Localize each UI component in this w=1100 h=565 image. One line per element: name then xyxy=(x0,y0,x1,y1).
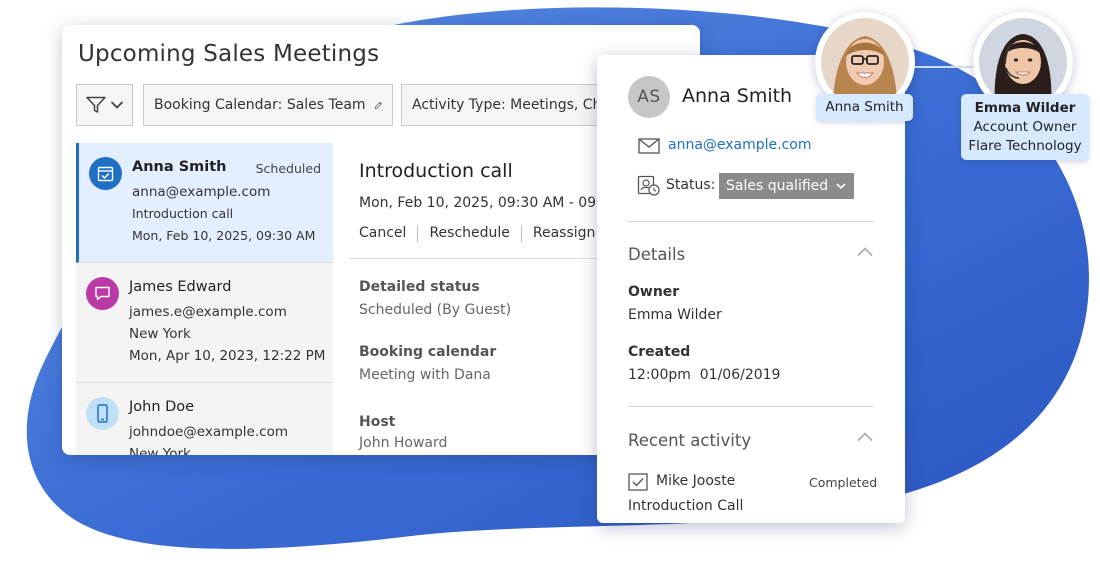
meeting-datetime: Mon, Feb 10, 2025, 09:30 AM xyxy=(132,228,316,243)
woman-with-headset-portrait-icon xyxy=(979,18,1067,106)
emma-wilder-role: Account Owner xyxy=(973,119,1077,135)
status-label: Status: xyxy=(666,177,716,193)
meeting-avatar xyxy=(89,157,122,190)
filter-dropdown-button[interactable] xyxy=(76,84,133,126)
meeting-name: John Doe xyxy=(129,399,195,415)
activity-type-filter-label: Activity Type: Meetings, Cha xyxy=(412,97,610,113)
chat-icon xyxy=(95,286,110,301)
mail-icon xyxy=(638,138,660,154)
status-dropdown[interactable]: Sales qualified xyxy=(719,173,854,199)
meeting-email: johndoe@example.com xyxy=(129,424,288,440)
meeting-location: New York xyxy=(129,326,191,342)
created-value: 12:00pm 01/06/2019 xyxy=(628,367,781,383)
chevron-up-icon[interactable] xyxy=(857,247,873,257)
meeting-avatar xyxy=(86,277,119,310)
host-value: John Howard xyxy=(359,435,448,451)
owner-label: Owner xyxy=(628,284,680,300)
emma-wilder-company: Flare Technology xyxy=(968,138,1082,154)
meeting-subject: Introduction call xyxy=(132,206,234,221)
booking-calendar-label: Booking calendar xyxy=(359,344,497,360)
filter-icon xyxy=(85,96,106,113)
meeting-detail-title: Introduction call xyxy=(359,160,513,182)
booking-calendar-filter-label: Booking Calendar: Sales Team xyxy=(154,97,366,113)
meeting-location: New York xyxy=(129,446,191,455)
meeting-name: Anna Smith xyxy=(132,159,227,175)
chevron-up-icon[interactable] xyxy=(857,432,873,442)
activity-status: Completed xyxy=(809,475,878,490)
booking-calendar-value: Meeting with Dana xyxy=(359,367,491,383)
host-label: Host xyxy=(359,414,396,430)
chevron-down-icon xyxy=(110,101,123,109)
meeting-datetime: Mon, Apr 10, 2023, 12:22 PM xyxy=(129,348,326,364)
status-dropdown-value: Sales qualified xyxy=(726,178,829,194)
contact-card: AS Anna Smith anna@example.com Status: S… xyxy=(597,55,905,523)
divider xyxy=(628,406,874,407)
chevron-down-icon xyxy=(836,182,846,189)
pencil-icon[interactable] xyxy=(374,98,382,113)
status-icon xyxy=(637,175,660,196)
woman-with-glasses-portrait-icon xyxy=(821,18,909,106)
recent-activity-section-title[interactable]: Recent activity xyxy=(628,431,751,450)
emma-wilder-label: Emma Wilder Account Owner Flare Technolo… xyxy=(961,94,1089,160)
meeting-avatar xyxy=(86,397,119,430)
booking-calendar-filter[interactable]: Booking Calendar: Sales Team xyxy=(143,84,393,126)
contact-email-link[interactable]: anna@example.com xyxy=(668,137,812,153)
reschedule-button[interactable]: Reschedule xyxy=(417,225,520,242)
activity-person: Mike Jooste xyxy=(656,473,736,489)
meeting-detail-datetime: Mon, Feb 10, 2025, 09:30 AM - 09:45 xyxy=(359,195,619,211)
meeting-email: anna@example.com xyxy=(132,184,271,200)
meeting-list-item[interactable]: Anna Smith Scheduled anna@example.com In… xyxy=(76,143,333,263)
avatar: AS xyxy=(628,76,670,118)
meeting-actions: Cancel Reschedule Reassign xyxy=(359,225,606,242)
detailed-status-value: Scheduled (By Guest) xyxy=(359,302,512,318)
meeting-email: james.e@example.com xyxy=(129,304,287,320)
contact-name: Anna Smith xyxy=(682,85,793,107)
meeting-list: Anna Smith Scheduled anna@example.com In… xyxy=(76,143,333,455)
meeting-list-item[interactable]: John Doe johndoe@example.com New York xyxy=(76,383,333,455)
meeting-name: James Edward xyxy=(129,279,232,295)
page-title: Upcoming Sales Meetings xyxy=(78,41,380,67)
reassign-button[interactable]: Reassign xyxy=(520,225,607,242)
emma-wilder-name: Emma Wilder xyxy=(974,100,1076,116)
meeting-status: Scheduled xyxy=(255,161,321,176)
owner-value: Emma Wilder xyxy=(628,307,722,323)
created-label: Created xyxy=(628,344,691,360)
meeting-list-item[interactable]: James Edward james.e@example.com New Yor… xyxy=(76,263,333,383)
activity-title: Introduction Call xyxy=(628,498,744,514)
task-check-icon xyxy=(628,473,648,491)
divider xyxy=(628,221,874,222)
anna-smith-label: Anna Smith xyxy=(816,94,913,121)
connector-line xyxy=(905,66,975,68)
calendar-check-icon xyxy=(97,166,114,182)
cancel-button[interactable]: Cancel xyxy=(359,225,417,242)
details-section-title[interactable]: Details xyxy=(628,245,685,264)
detailed-status-label: Detailed status xyxy=(359,279,480,295)
phone-icon xyxy=(97,404,108,423)
